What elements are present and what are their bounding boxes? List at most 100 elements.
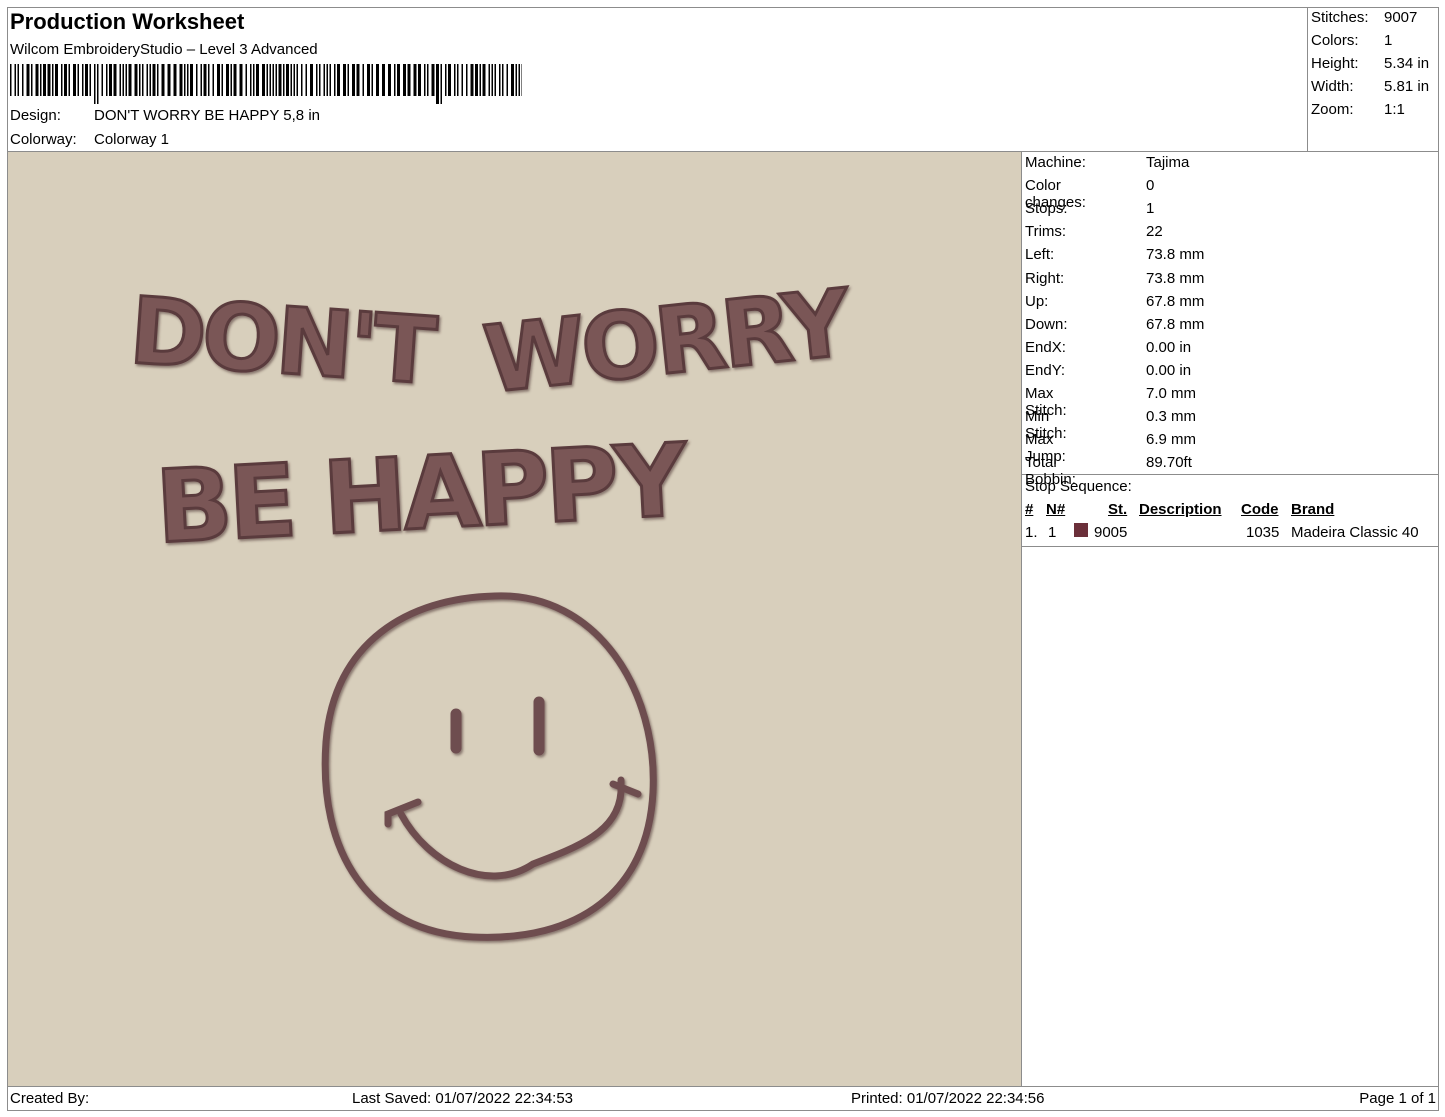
barcode-bar (352, 64, 355, 96)
barcode-bar (256, 64, 259, 96)
col-header-st: St. (1108, 501, 1128, 518)
barcode-bar (26, 64, 30, 96)
header-divider-vertical (1307, 7, 1308, 152)
seq-row-num: 1. (1025, 524, 1038, 541)
detail-label: Machine: (1025, 154, 1086, 171)
design-text-be-happy: BE HAPPY (153, 421, 691, 566)
barcode-bar (394, 64, 396, 96)
barcode-bar (10, 64, 12, 96)
barcode-bar (466, 64, 468, 96)
summary-label: Stitches: (1311, 9, 1369, 26)
barcode-bar (196, 64, 198, 96)
barcode-bar (448, 64, 451, 96)
barcode-bar (128, 64, 132, 96)
smiley-mouth (384, 776, 642, 880)
detail-label: Up: (1025, 292, 1049, 310)
detail-value: 0.00 in (1146, 361, 1192, 379)
barcode-bar (518, 64, 520, 96)
barcode-bar (407, 64, 411, 96)
barcode-bar (157, 64, 159, 96)
barcode-bar (319, 64, 321, 96)
footer-printed: Printed: 01/07/2022 22:34:56 (851, 1090, 1045, 1107)
barcode-bar (55, 64, 58, 96)
barcode-bar (382, 64, 385, 96)
detail-value: 0 (1146, 177, 1155, 195)
detail-label: EndX: (1025, 338, 1066, 356)
col-header-num: # (1025, 501, 1034, 518)
barcode-bar (187, 64, 189, 96)
detail-label: Trims: (1025, 223, 1067, 241)
detail-value: 22 (1146, 223, 1163, 241)
barcode-bar (22, 64, 24, 96)
barcode-bar (283, 64, 285, 96)
barcode-bar (184, 64, 186, 96)
detail-value: 73.8 mm (1146, 269, 1205, 287)
barcode-bar (475, 64, 478, 96)
barcode-bar (431, 64, 435, 96)
footer-created-by: Created By: (10, 1090, 90, 1107)
design-text-worry: WORRY (479, 269, 857, 414)
barcode-bar (436, 64, 439, 104)
colorway-label: Colorway: (10, 131, 77, 148)
col-header-brand: Brand (1291, 501, 1335, 518)
barcode-bar (515, 64, 517, 96)
barcode-bar (245, 64, 247, 96)
barcode-bar (413, 64, 417, 96)
barcode-bar (167, 64, 171, 96)
design-name: DON'T WORRY BE HAPPY 5,8 in (94, 107, 320, 124)
barcode (10, 64, 522, 104)
col-header-n: N# (1046, 501, 1066, 518)
barcode-bar (499, 64, 501, 96)
barcode-bar (427, 64, 429, 96)
summary-value: 5.81 in (1384, 78, 1430, 95)
barcode-bar (440, 64, 442, 104)
col-header-code: Code (1241, 501, 1279, 518)
detail-value: 0.00 in (1146, 338, 1192, 356)
barcode-bar (511, 64, 514, 96)
software-name: Wilcom EmbroideryStudio – Level 3 Advanc… (10, 41, 318, 58)
detail-value: Tajima (1146, 154, 1190, 171)
barcode-bar (521, 64, 522, 96)
barcode-bar (262, 64, 265, 96)
barcode-bar (310, 64, 313, 96)
barcode-bar (35, 64, 39, 96)
barcode-bar (293, 64, 295, 96)
barcode-bar (269, 64, 271, 96)
col-header-description: Description (1139, 501, 1222, 518)
barcode-bar (329, 64, 331, 96)
barcode-bar (149, 64, 151, 96)
barcode-bar (323, 64, 325, 96)
barcode-bar (212, 64, 214, 96)
summary-value: 5.34 in (1384, 55, 1430, 72)
barcode-bar (61, 64, 63, 96)
barcode-bar (122, 64, 124, 96)
barcode-bar (347, 64, 349, 96)
barcode-bar (253, 64, 255, 96)
panel-divider-vertical (1021, 151, 1022, 1087)
detail-label: Stops: (1025, 200, 1068, 218)
barcode-bar (97, 64, 99, 104)
barcode-bar (239, 64, 243, 96)
barcode-bar (85, 64, 88, 96)
detail-value: 6.9 mm (1146, 431, 1197, 449)
barcode-bar (371, 64, 373, 96)
footer-page-number: Page 1 of 1 (1359, 1090, 1436, 1107)
seq-row-brand: Madeira Classic 40 (1291, 524, 1419, 541)
barcode-bar (64, 64, 67, 96)
summary-value: 9007 (1384, 9, 1418, 26)
barcode-bar (40, 64, 42, 96)
summary-label: Colors: (1311, 32, 1359, 49)
barcode-bar (457, 64, 459, 96)
barcode-bar (376, 64, 379, 96)
barcode-bar (77, 64, 79, 96)
barcode-bar (296, 64, 298, 96)
barcode-bar (73, 64, 76, 96)
barcode-bar (388, 64, 391, 96)
seq-row-n: 1 (1048, 524, 1057, 541)
barcode-bar (94, 64, 96, 104)
barcode-bar (301, 64, 303, 96)
barcode-bar (106, 64, 108, 96)
barcode-bar (101, 64, 103, 96)
barcode-bar (17, 64, 19, 96)
detail-label: Down: (1025, 315, 1068, 333)
